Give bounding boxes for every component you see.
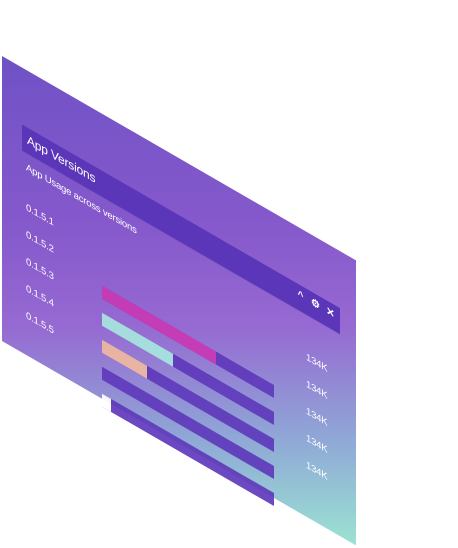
usage-value-1: 134K [306,351,328,375]
usage-value-5: 134K [306,459,328,483]
usage-value-3: 134K [306,405,328,429]
version-label-2: 0.1.5.2 [26,228,54,256]
version-label-3: 0.1.5.3 [26,255,54,283]
gear-icon[interactable]: ⚙ [311,296,320,313]
version-label-4: 0.1.5.4 [26,282,54,310]
window-controls: ^ ⚙ ✕ [296,288,335,323]
window-titlebar[interactable]: App Versions ^ ⚙ ✕ [22,124,340,335]
close-icon[interactable]: ✕ [326,305,335,322]
stage: App Versions ^ ⚙ ✕ App Usage across vers… [0,0,458,548]
collapse-icon[interactable]: ^ [296,288,305,305]
usage-bar-fill-5 [102,393,111,412]
usage-bar-track-3 [102,339,274,453]
version-label-1: 0.1.5.1 [26,201,54,229]
usage-value-2: 134K [306,378,328,402]
app-versions-window: App Versions ^ ⚙ ✕ App Usage across vers… [2,56,356,546]
usage-value-4: 134K [306,432,328,456]
version-label-5: 0.1.5.5 [26,309,54,337]
